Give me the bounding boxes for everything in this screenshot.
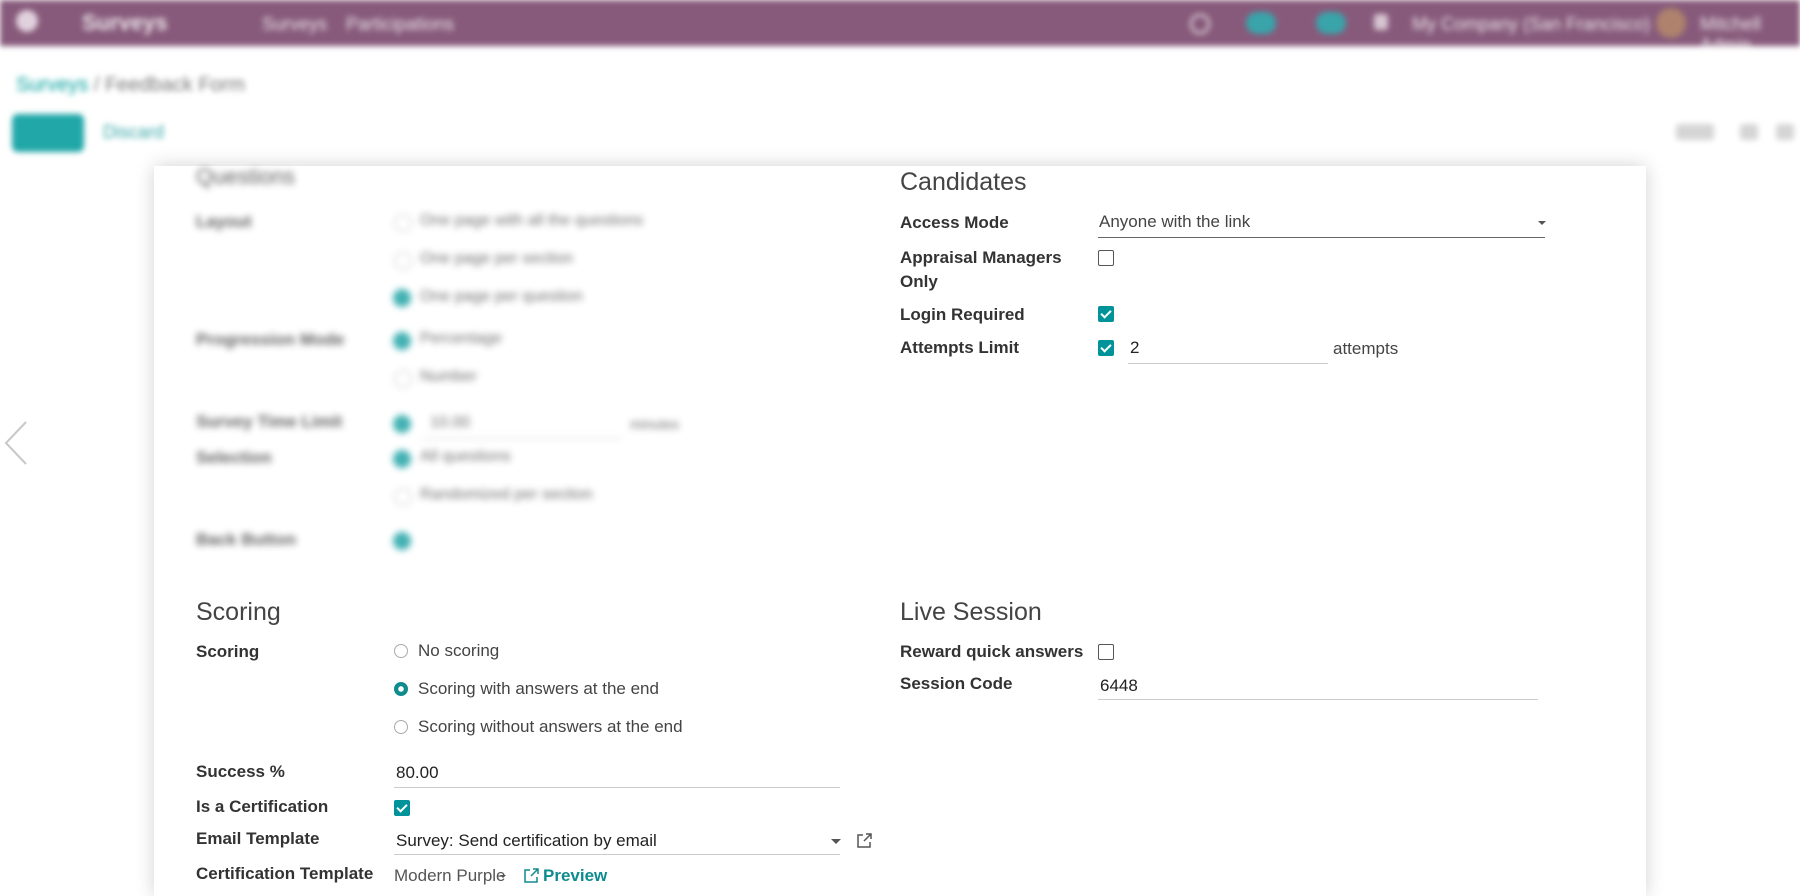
progression-option[interactable]: Number: [420, 368, 477, 386]
apps-menu-icon[interactable]: [16, 10, 38, 32]
selection-radio[interactable]: [394, 488, 412, 506]
layout-radio[interactable]: [394, 214, 412, 232]
radio-label: Scoring with answers at the end: [418, 679, 659, 698]
time-limit-unit: minutes: [630, 416, 680, 432]
pager-counter: [1676, 124, 1714, 140]
questions-group-blurred: Questions Layout One page with all the q…: [154, 164, 884, 572]
discard-button[interactable]: Discard: [103, 122, 164, 143]
layout-label: Layout: [196, 212, 252, 231]
layout-option[interactable]: One page per question: [420, 288, 583, 306]
save-button[interactable]: Save: [12, 114, 84, 152]
progression-radio-selected[interactable]: [393, 332, 411, 350]
progression-label: Progression Mode: [196, 330, 345, 349]
chevron-down-icon: [831, 839, 841, 844]
radio-label: No scoring: [418, 641, 500, 660]
external-link-icon[interactable]: [856, 832, 873, 849]
session-code-label: Session Code: [900, 674, 1013, 693]
cert-template-value[interactable]: Modern Purple: [394, 866, 506, 886]
reward-checkbox[interactable]: [1098, 644, 1114, 660]
chat-icon[interactable]: [1246, 12, 1276, 34]
selection-radio-selected[interactable]: [393, 450, 411, 468]
attempts-value: 2: [1130, 338, 1140, 357]
appraisal-label: Appraisal Managers Only: [900, 248, 1062, 291]
previous-record-arrow-icon[interactable]: [0, 418, 32, 468]
layout-radio-selected[interactable]: [393, 289, 411, 307]
certification-label: Is a Certification: [196, 797, 329, 816]
avatar[interactable]: [1656, 8, 1686, 38]
email-template-label: Email Template: [196, 829, 320, 848]
certification-checkbox[interactable]: [394, 800, 410, 816]
progression-radio[interactable]: [394, 370, 412, 388]
back-button-checkbox[interactable]: [393, 532, 411, 550]
attempts-unit: attempts: [1333, 339, 1399, 358]
email-template-value: Survey: Send certification by email: [396, 831, 657, 850]
session-code-input[interactable]: 6448: [1098, 672, 1538, 700]
success-label: Success %: [196, 762, 285, 781]
debug-icon[interactable]: [1374, 14, 1388, 30]
time-limit-checkbox[interactable]: [393, 415, 411, 433]
breadcrumb-separator: /: [93, 74, 105, 96]
access-mode-select[interactable]: Anyone with the link: [1098, 208, 1546, 238]
questions-title: Questions: [196, 164, 296, 189]
selection-label: Selection: [196, 448, 272, 467]
scoring-option-without-answers[interactable]: Scoring without answers at the end: [394, 717, 683, 737]
live-session-title: Live Session: [900, 598, 1042, 626]
back-button-label: Back Button: [196, 530, 297, 549]
success-value: 80.00: [396, 763, 439, 782]
radio-button[interactable]: [394, 644, 408, 658]
cert-template-label: Certification Template: [196, 864, 374, 883]
time-limit-value[interactable]: 10.00: [430, 414, 470, 432]
login-required-checkbox[interactable]: [1098, 306, 1114, 322]
app-name[interactable]: Surveys: [82, 10, 168, 36]
pager-previous-button[interactable]: [1740, 124, 1758, 140]
attempts-limit-label: Attempts Limit: [900, 338, 1019, 357]
scoring-label: Scoring: [196, 642, 260, 661]
radio-button-selected[interactable]: [394, 682, 408, 696]
progression-option[interactable]: Percentage: [420, 330, 502, 348]
company-switcher[interactable]: My Company (San Francisco): [1412, 14, 1650, 35]
selection-option[interactable]: Randomized per section: [420, 486, 593, 504]
breadcrumb: Surveys / Feedback Form: [16, 74, 245, 97]
search-icon[interactable]: [1190, 14, 1210, 34]
radio-label: Scoring without answers at the end: [418, 717, 683, 736]
menu-item-participations[interactable]: Participations: [346, 14, 454, 35]
scoring-option-no-scoring[interactable]: No scoring: [394, 641, 499, 661]
time-limit-underline: [422, 438, 622, 439]
radio-button[interactable]: [394, 720, 408, 734]
attempts-limit-checkbox[interactable]: [1098, 340, 1114, 356]
success-input[interactable]: 80.00: [394, 760, 840, 788]
reward-label: Reward quick answers: [900, 642, 1084, 661]
breadcrumb-current: Feedback Form: [104, 74, 245, 96]
scoring-title: Scoring: [196, 598, 281, 626]
preview-link[interactable]: Preview: [543, 866, 607, 886]
attempts-input[interactable]: 2: [1128, 336, 1328, 364]
session-code-value: 6448: [1100, 676, 1138, 695]
layout-option[interactable]: One page with all the questions: [420, 212, 643, 230]
candidates-title: Candidates: [900, 168, 1027, 196]
layout-option[interactable]: One page per section: [420, 250, 573, 268]
scoring-option-with-answers[interactable]: Scoring with answers at the end: [394, 679, 659, 699]
access-mode-value: Anyone with the link: [1099, 212, 1251, 231]
chevron-down-icon: [1538, 221, 1546, 225]
login-required-label: Login Required: [900, 305, 1025, 324]
pager-next-button[interactable]: [1776, 124, 1794, 140]
top-navbar: Surveys Surveys Participations My Compan…: [0, 0, 1800, 55]
external-link-icon[interactable]: [523, 867, 540, 884]
selection-option[interactable]: All questions: [420, 448, 511, 466]
layout-radio[interactable]: [394, 252, 412, 270]
menu-item-surveys[interactable]: Surveys: [262, 14, 327, 35]
access-mode-label: Access Mode: [900, 213, 1009, 232]
activity-icon[interactable]: [1316, 12, 1346, 34]
chevron-down-icon[interactable]: [500, 875, 506, 878]
time-limit-label: Survey Time Limit: [196, 412, 343, 431]
breadcrumb-root[interactable]: Surveys: [16, 74, 88, 96]
email-template-select[interactable]: Survey: Send certification by email: [394, 827, 841, 855]
user-menu[interactable]: Mitchell Admin: [1700, 14, 1800, 56]
appraisal-checkbox[interactable]: [1098, 250, 1114, 266]
